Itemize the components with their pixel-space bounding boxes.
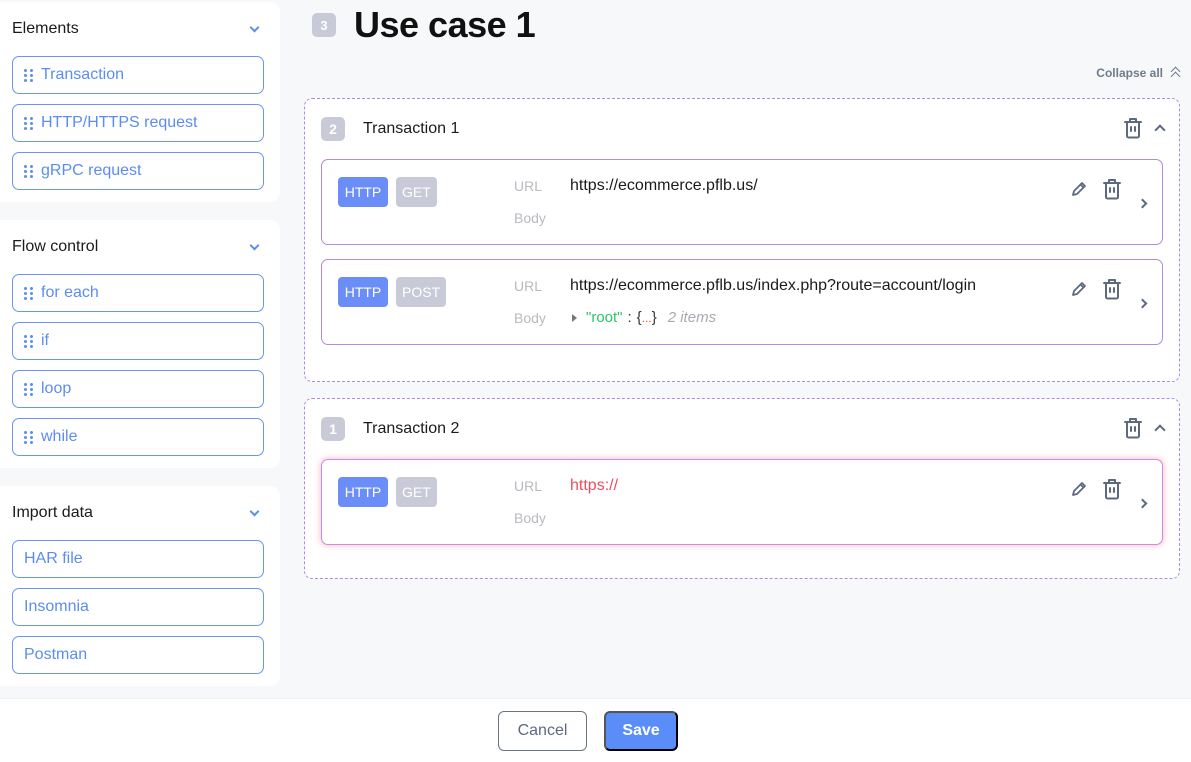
drag-handle-icon[interactable] [24, 382, 33, 396]
elements-panel-header[interactable]: Elements [12, 2, 264, 56]
url-value-invalid: https:// [570, 477, 619, 494]
json-colon: : [627, 309, 632, 326]
method-tag: POST [396, 277, 447, 307]
drag-handle-icon[interactable] [24, 430, 33, 444]
chevron-up-icon[interactable] [1153, 122, 1165, 134]
import-insomnia-button[interactable]: Insomnia [12, 588, 264, 626]
item-label: Postman [24, 646, 88, 663]
body-label: Body [514, 510, 546, 526]
transaction-block: 2 Transaction 1 HTTP GET URL Body https:… [304, 98, 1180, 382]
pencil-icon[interactable] [1070, 180, 1088, 198]
chevron-up-icon[interactable] [1153, 422, 1165, 434]
panel-title: Import data [12, 504, 93, 521]
flow-item-loop[interactable]: loop [12, 370, 264, 408]
import-data-panel: Import data HAR file Insomnia Postman [0, 486, 280, 686]
chevron-right-icon[interactable] [1138, 197, 1148, 209]
item-label: if [41, 332, 49, 349]
protocol-tag: HTTP [338, 277, 388, 307]
drag-handle-icon[interactable] [24, 334, 33, 348]
body-label: Body [514, 310, 546, 326]
item-label: Insomnia [24, 598, 89, 615]
panel-title: Elements [12, 20, 79, 37]
method-tag: GET [396, 177, 437, 207]
panel-title: Flow control [12, 238, 99, 255]
expand-triangle-icon[interactable] [572, 313, 577, 322]
transaction-number-badge: 1 [321, 417, 345, 441]
flow-item-for-each[interactable]: for each [12, 274, 264, 312]
main-area: 3 Use case 1 Collapse all 2 Transaction … [300, 0, 1191, 698]
elements-panel: Elements Transaction HTTP/HTTPS request … [0, 2, 280, 202]
chevron-down-icon[interactable] [248, 241, 260, 253]
json-key: "root" [586, 309, 623, 326]
url-label: URL [514, 478, 543, 494]
trash-icon[interactable] [1102, 178, 1122, 200]
usecase-number-badge: 3 [312, 13, 336, 37]
element-item-grpc-request[interactable]: gRPC request [12, 152, 264, 190]
request-card[interactable]: HTTP GET URL Body https://ecommerce.pflb… [321, 159, 1163, 245]
json-close-brace: } [651, 309, 657, 326]
collapse-all-label: Collapse all [1096, 66, 1163, 80]
trash-icon[interactable] [1123, 417, 1143, 439]
flow-control-panel-header[interactable]: Flow control [12, 220, 264, 274]
item-label: while [41, 428, 78, 445]
url-value: https://ecommerce.pflb.us/index.php?rout… [570, 277, 977, 294]
json-body-preview: "root" : { ... } 2 items [572, 309, 716, 326]
footer-bar: Cancel Save [0, 698, 1191, 762]
double-chevron-up-icon [1169, 66, 1181, 80]
request-card[interactable]: HTTP POST URL Body https://ecommerce.pfl… [321, 259, 1163, 345]
collapse-all-button[interactable]: Collapse all [1096, 66, 1181, 80]
item-label: loop [41, 380, 72, 397]
trash-icon[interactable] [1102, 478, 1122, 500]
transaction-block: 1 Transaction 2 HTTP GET URL Body https:… [304, 398, 1180, 579]
chevron-down-icon[interactable] [248, 23, 260, 35]
method-tag: GET [396, 477, 437, 507]
import-data-panel-header[interactable]: Import data [12, 486, 264, 540]
element-item-transaction[interactable]: Transaction [12, 56, 264, 94]
trash-icon[interactable] [1123, 117, 1143, 139]
request-card-invalid[interactable]: HTTP GET URL Body https:// [321, 459, 1163, 545]
transaction-header: 1 Transaction 2 [305, 399, 1179, 459]
cancel-button[interactable]: Cancel [498, 711, 587, 751]
item-label: for each [41, 284, 99, 301]
drag-handle-icon[interactable] [24, 116, 33, 130]
pencil-icon[interactable] [1070, 480, 1088, 498]
flow-control-panel: Flow control for each if loop while [0, 220, 280, 468]
element-item-http-request[interactable]: HTTP/HTTPS request [12, 104, 264, 142]
trash-icon[interactable] [1102, 278, 1122, 300]
protocol-tag: HTTP [338, 177, 388, 207]
import-har-file-button[interactable]: HAR file [12, 540, 264, 578]
url-value: https://ecommerce.pflb.us/ [570, 177, 758, 194]
item-label: gRPC request [41, 162, 142, 179]
drag-handle-icon[interactable] [24, 68, 33, 82]
item-label: HTTP/HTTPS request [41, 114, 198, 131]
transaction-title[interactable]: Transaction 1 [363, 120, 459, 138]
import-postman-button[interactable]: Postman [12, 636, 264, 674]
flow-item-while[interactable]: while [12, 418, 264, 456]
item-label: HAR file [24, 550, 83, 567]
usecase-header: 3 Use case 1 [312, 4, 536, 46]
transaction-header: 2 Transaction 1 [305, 99, 1179, 159]
chevron-right-icon[interactable] [1138, 297, 1148, 309]
chevron-right-icon[interactable] [1138, 497, 1148, 509]
page-title[interactable]: Use case 1 [354, 4, 536, 46]
chevron-down-icon[interactable] [248, 507, 260, 519]
json-ellipsis[interactable]: ... [642, 311, 652, 325]
url-label: URL [514, 178, 543, 194]
transaction-title[interactable]: Transaction 2 [363, 420, 459, 438]
item-label: Transaction [41, 66, 124, 83]
save-button[interactable]: Save [604, 711, 678, 751]
url-label: URL [514, 278, 543, 294]
pencil-icon[interactable] [1070, 280, 1088, 298]
drag-handle-icon[interactable] [24, 286, 33, 300]
sidebar: Elements Transaction HTTP/HTTPS request … [0, 0, 280, 698]
drag-handle-icon[interactable] [24, 164, 33, 178]
protocol-tag: HTTP [338, 477, 388, 507]
flow-item-if[interactable]: if [12, 322, 264, 360]
json-item-count: 2 items [667, 309, 717, 326]
transaction-number-badge: 2 [321, 117, 345, 141]
body-label: Body [514, 210, 546, 226]
